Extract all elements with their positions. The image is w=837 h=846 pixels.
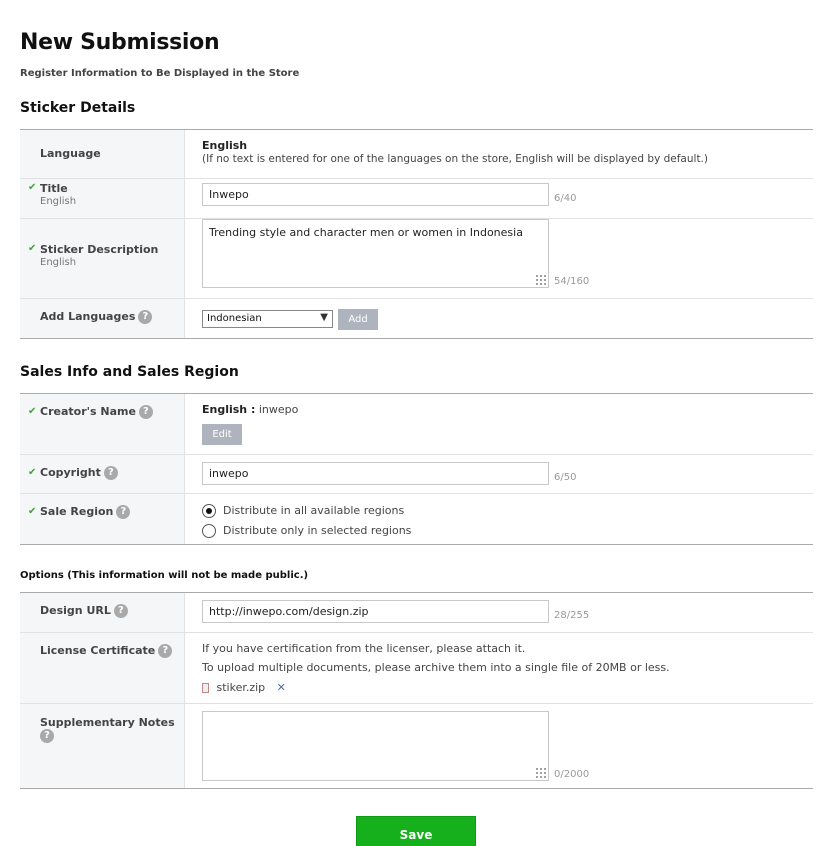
row-copyright: ✔ Copyright? inwepo 6/50: [20, 454, 813, 493]
title-sublabel: English: [40, 196, 77, 207]
row-creator: ✔ Creator's Name? English : inwepo Edit: [20, 394, 813, 454]
attached-file: stiker.zip ✕: [202, 681, 286, 694]
row-label-cell: Language: [20, 130, 185, 178]
sales-table: ✔ Creator's Name? English : inwepo Edit …: [20, 393, 813, 545]
design-url-counter: 28/255: [554, 610, 590, 621]
notes-counter: 0/2000: [554, 769, 590, 780]
row-label-cell: ✔ Sale Region?: [20, 494, 185, 544]
title-input[interactable]: Inwepo: [202, 183, 549, 206]
design-url-input[interactable]: http://inwepo.com/design.zip: [202, 600, 549, 623]
radio-selected-regions-label[interactable]: Distribute only in selected regions: [223, 524, 411, 537]
help-icon[interactable]: ?: [138, 310, 153, 324]
row-language: Language English (If no text is entered …: [20, 130, 813, 178]
page-subtitle: Register Information to Be Displayed in …: [20, 68, 300, 79]
creator-label-text: Creator's Name: [40, 405, 136, 418]
chevron-down-icon: ▼: [320, 312, 328, 323]
title-counter: 6/40: [554, 193, 577, 204]
save-button[interactable]: Save: [356, 816, 476, 846]
section-title-sticker-details: Sticker Details: [20, 100, 136, 116]
help-icon[interactable]: ?: [138, 405, 153, 419]
add-languages-label: Add Languages?: [40, 310, 153, 324]
row-add-languages: Add Languages? Indonesian ▼ Add: [20, 298, 813, 338]
creator-label: Creator's Name?: [40, 405, 153, 419]
resize-grip-icon[interactable]: [535, 274, 546, 285]
license-label-text: License Certificate: [40, 644, 156, 657]
page-title: New Submission: [20, 30, 220, 55]
row-label-cell: ✔ Copyright?: [20, 455, 185, 493]
license-line2: To upload multiple documents, please arc…: [202, 661, 670, 674]
copyright-label: Copyright?: [40, 466, 118, 480]
title-label: Title: [40, 182, 68, 195]
row-label-cell: ✔ Creator's Name?: [20, 394, 185, 454]
edit-creator-button[interactable]: Edit: [202, 424, 242, 445]
description-label: Sticker Description: [40, 243, 159, 256]
license-label: License Certificate?: [40, 644, 173, 658]
language-value: English: [202, 139, 248, 152]
license-line1: If you have certification from the licen…: [202, 642, 526, 655]
description-counter: 54/160: [554, 276, 590, 287]
row-label-cell: License Certificate?: [20, 633, 185, 703]
copyright-label-text: Copyright: [40, 466, 101, 479]
language-select-value: Indonesian: [207, 313, 262, 324]
resize-grip-icon[interactable]: [535, 767, 546, 778]
design-url-label: Design URL?: [40, 604, 128, 618]
row-title: ✔ Title English Inwepo 6/40: [20, 178, 813, 218]
notes-label: Supplementary Notes: [40, 716, 175, 729]
notes-textarea[interactable]: [202, 711, 549, 781]
row-notes: Supplementary Notes ? 0/2000: [20, 703, 813, 788]
row-label-cell: ✔ Title English: [20, 179, 185, 218]
check-icon: ✔: [28, 243, 37, 254]
description-sublabel: English: [40, 257, 77, 268]
section-title-sales: Sales Info and Sales Region: [20, 364, 239, 380]
check-icon: ✔: [28, 506, 37, 517]
check-icon: ✔: [28, 182, 37, 193]
options-table: Design URL? http://inwepo.com/design.zip…: [20, 592, 813, 789]
row-sale-region: ✔ Sale Region? Distribute in all availab…: [20, 493, 813, 544]
description-textarea[interactable]: Trending style and character men or wome…: [202, 219, 549, 288]
radio-all-regions[interactable]: [202, 504, 216, 518]
language-label: Language: [40, 147, 101, 160]
row-description: ✔ Sticker Description English Trending s…: [20, 218, 813, 298]
help-icon[interactable]: ?: [40, 729, 54, 743]
design-url-label-text: Design URL: [40, 604, 111, 617]
help-icon[interactable]: ?: [103, 466, 118, 480]
help-icon[interactable]: ?: [113, 604, 128, 618]
remove-file-icon[interactable]: ✕: [277, 681, 286, 694]
language-select[interactable]: Indonesian ▼: [202, 310, 333, 328]
add-languages-label-text: Add Languages: [40, 310, 136, 323]
sale-region-label-text: Sale Region: [40, 505, 114, 518]
check-icon: ✔: [28, 467, 37, 478]
description-text: Trending style and character men or wome…: [209, 226, 523, 239]
sale-region-label: Sale Region?: [40, 505, 131, 519]
check-icon: ✔: [28, 406, 37, 417]
copyright-input[interactable]: inwepo: [202, 462, 549, 485]
add-language-button[interactable]: Add: [338, 309, 378, 330]
help-icon[interactable]: ?: [158, 644, 173, 658]
sticker-details-table: Language English (If no text is entered …: [20, 129, 813, 339]
radio-all-regions-label[interactable]: Distribute in all available regions: [223, 504, 404, 517]
section-title-options: Options (This information will not be ma…: [20, 570, 309, 581]
creator-lang: English :: [202, 403, 256, 416]
language-note: (If no text is entered for one of the la…: [202, 153, 708, 165]
row-label-cell: Add Languages?: [20, 299, 185, 338]
copyright-counter: 6/50: [554, 472, 577, 483]
radio-selected-regions[interactable]: [202, 524, 216, 538]
creator-value: English : inwepo: [202, 403, 298, 416]
row-license: License Certificate? If you have certifi…: [20, 632, 813, 703]
row-label-cell: ✔ Sticker Description English: [20, 219, 185, 298]
row-design-url: Design URL? http://inwepo.com/design.zip…: [20, 593, 813, 632]
row-label-cell: Design URL?: [20, 593, 185, 632]
file-icon: [202, 683, 209, 693]
row-label-cell: Supplementary Notes ?: [20, 704, 185, 788]
help-icon[interactable]: ?: [116, 505, 131, 519]
creator-name: inwepo: [258, 403, 299, 416]
attached-file-name[interactable]: stiker.zip: [217, 681, 266, 694]
